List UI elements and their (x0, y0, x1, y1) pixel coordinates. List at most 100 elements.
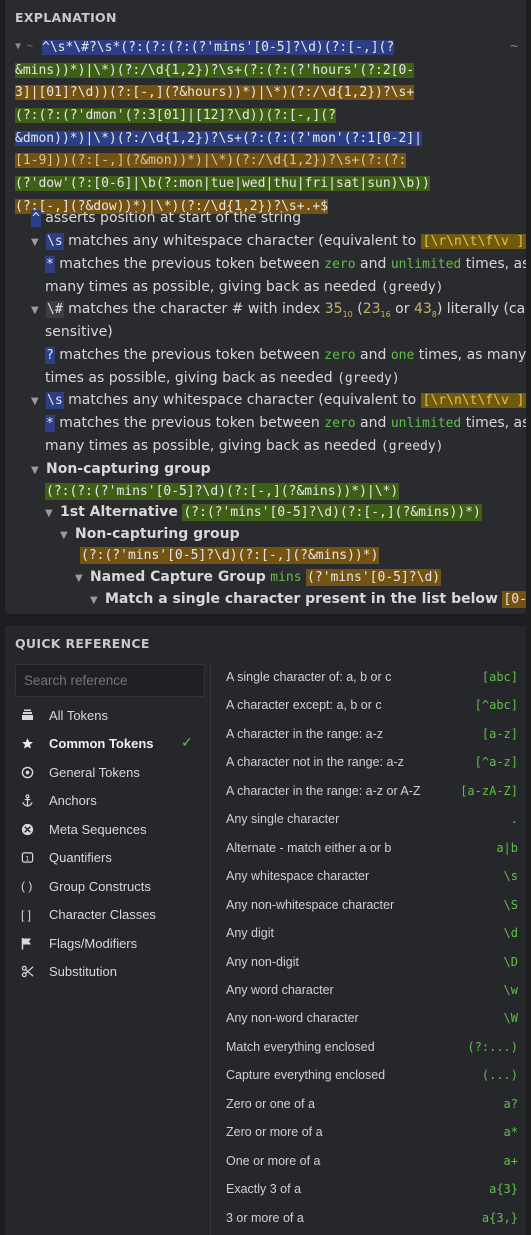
reference-description: A character in the range: a-z or A-Z (226, 783, 421, 798)
regex-line-1: ^\s*\#?\s*(?:(?:(?:(?'mins'[0-5]?\d)(?:[… (42, 39, 395, 55)
group-title: Non-capturing group (75, 526, 240, 542)
reference-description: Zero or more of a (226, 1125, 323, 1140)
reference-item[interactable]: Any non-word character \W (226, 1008, 518, 1028)
category-common-tokens[interactable]: Common Tokens (21, 732, 154, 756)
reference-token: \W (503, 1011, 518, 1026)
reference-item[interactable]: A single character of: a, b or c [abc] (226, 667, 518, 687)
whitespace-line-2: ▼ \s matches any whitespace character (eq… (31, 392, 526, 409)
collapse-triangle-icon[interactable]: ▼ (45, 508, 57, 519)
desc: matches any whitespace character (equiva… (68, 233, 417, 249)
alternative-1: ▼ 1st Alternative (?:(?'mins'[0-5]?\d)(?:… (45, 504, 482, 521)
whitespace-line-1: ▼ \s matches any whitespace character (eq… (31, 233, 526, 250)
desc: and (360, 256, 387, 272)
reference-description: Any non-word character (226, 1011, 359, 1026)
explanation-title: EXPLANATION (15, 10, 117, 25)
reference-description: Any non-whitespace character (226, 897, 395, 912)
category-group-constructs[interactable]: ( ) Group Constructs (21, 874, 151, 898)
reference-item[interactable]: One or more of a a+ (226, 1151, 518, 1171)
category-character-classes[interactable]: [ ] Character Classes (21, 903, 156, 927)
non-capturing-group: ▼ Non-capturing group (31, 461, 211, 477)
reference-item[interactable]: Zero or more of a a* (226, 1122, 518, 1142)
reference-token: a? (503, 1096, 518, 1111)
desc: matches the character # with index (68, 301, 321, 317)
category-meta-sequences[interactable]: Meta Sequences (21, 817, 147, 841)
keyword: one (390, 348, 415, 363)
keyword: unlimited (390, 257, 462, 272)
reference-item[interactable]: 3 or more of a a{3,} (226, 1208, 518, 1228)
collapse-triangle-icon[interactable]: ▼ (60, 530, 72, 541)
desc: matches any whitespace character (equiva… (68, 392, 417, 408)
reference-item[interactable]: A character in the range: a-z [a-z] (226, 724, 518, 744)
search-reference-input[interactable] (15, 664, 205, 697)
quantifier-line-3: * matches the previous token between zer… (45, 415, 526, 432)
reference-item[interactable]: Any digit \d (226, 923, 518, 943)
reference-token: a{3} (489, 1182, 518, 1197)
reference-item[interactable]: Any whitespace character \s (226, 866, 518, 886)
category-substitution[interactable]: Substitution (21, 960, 117, 984)
collapse-triangle-icon[interactable]: ▼ (75, 573, 87, 584)
group-title: Named Capture Group (90, 569, 266, 585)
category-all-tokens[interactable]: All Tokens (21, 703, 108, 727)
svg-text:1: 1 (25, 854, 29, 862)
collapse-triangle-icon[interactable]: ▼ (31, 237, 43, 248)
pattern: (?:(?'mins'[0-5]?\d)(?:[-,](?&mins))*) (182, 504, 482, 521)
reference-token: \w (503, 982, 518, 997)
reference-item[interactable]: Any non-digit \D (226, 952, 518, 972)
reference-description: A single character of: a, b or c (226, 670, 392, 684)
reference-item[interactable]: Alternate - match either a or b a|b (226, 838, 518, 858)
caret-token: ^ (31, 210, 41, 227)
reference-description: Any single character (226, 812, 340, 827)
reference-item[interactable]: A character not in the range: a-z [^a-z] (226, 752, 518, 772)
match-title: Match a single character present in the … (105, 591, 498, 607)
reference-item[interactable]: A character in the range: a-z or A-Z [a-z… (226, 781, 518, 801)
desc: times, as (465, 256, 526, 272)
quick-reference-panel: QUICK REFERENCE All Tokens Common Tokens ✓… (5, 626, 526, 1235)
reference-token: \d (503, 926, 518, 941)
reference-item[interactable]: Any single character. (226, 809, 518, 829)
collapse-triangle-icon[interactable]: ▼ ~ (15, 36, 42, 59)
collapse-triangle-icon[interactable]: ▼ (90, 595, 102, 606)
reference-description: 3 or more of a (226, 1210, 304, 1225)
category-quantifiers[interactable]: 1 Quantifiers (21, 846, 112, 870)
category-anchors[interactable]: Anchors (21, 789, 97, 813)
group-name: mins (270, 570, 302, 585)
category-general-tokens[interactable]: General Tokens (21, 760, 140, 784)
named-capture-group: ▼ Named Capture Group mins (?'mins'[0-5]?… (75, 569, 442, 586)
collapse-triangle-icon[interactable]: ▼ (31, 465, 43, 476)
reference-item[interactable]: Zero or one of a a? (226, 1094, 518, 1114)
parentheses-icon: ( ) (21, 879, 33, 893)
desc: matches the previous token between (59, 347, 320, 363)
anchor-icon (21, 794, 49, 807)
category-label: Flags/Modifiers (49, 935, 138, 951)
token: ? (45, 347, 55, 364)
stack-icon (21, 709, 49, 721)
category-label: Character Classes (49, 907, 156, 922)
reference-item[interactable]: Any non-whitespace character \S (226, 895, 518, 915)
token: * (45, 415, 55, 432)
quantifier-icon: 1 (21, 851, 49, 864)
reference-item[interactable]: A character except: a, b or c [^abc] (226, 695, 518, 715)
reference-item[interactable]: Match everything enclosed (?:...) (226, 1037, 518, 1057)
keyword: zero (324, 348, 356, 363)
scissors-icon (21, 965, 49, 978)
quantifier-line-1b: many times as possible, giving back as n… (45, 279, 444, 295)
reference-item[interactable]: Any word character \w (226, 980, 518, 1000)
tilde-icon: ~ (510, 39, 518, 54)
keyword: zero (324, 416, 356, 431)
reference-item[interactable]: Capture everything enclosed (...) (226, 1065, 518, 1085)
reference-token: a+ (503, 1153, 518, 1168)
reference-token: \s (503, 869, 518, 884)
reference-token: . (510, 812, 518, 827)
reference-description: Any digit (226, 926, 274, 941)
reference-item[interactable]: Exactly 3 of a a{3} (226, 1179, 518, 1199)
reference-token: \S (503, 897, 518, 912)
flag-icon (21, 937, 49, 950)
reference-description: Any whitespace character (226, 869, 370, 884)
reference-token: a|b (496, 840, 518, 855)
desc: times, as (465, 415, 526, 431)
collapse-triangle-icon[interactable]: ▼ (31, 396, 43, 407)
reference-description: Any word character (226, 982, 334, 997)
match-line: ▼ Match a single character present in the… (90, 591, 526, 608)
category-flags-modifiers[interactable]: Flags/Modifiers (21, 931, 137, 955)
collapse-triangle-icon[interactable]: ▼ (31, 305, 43, 316)
